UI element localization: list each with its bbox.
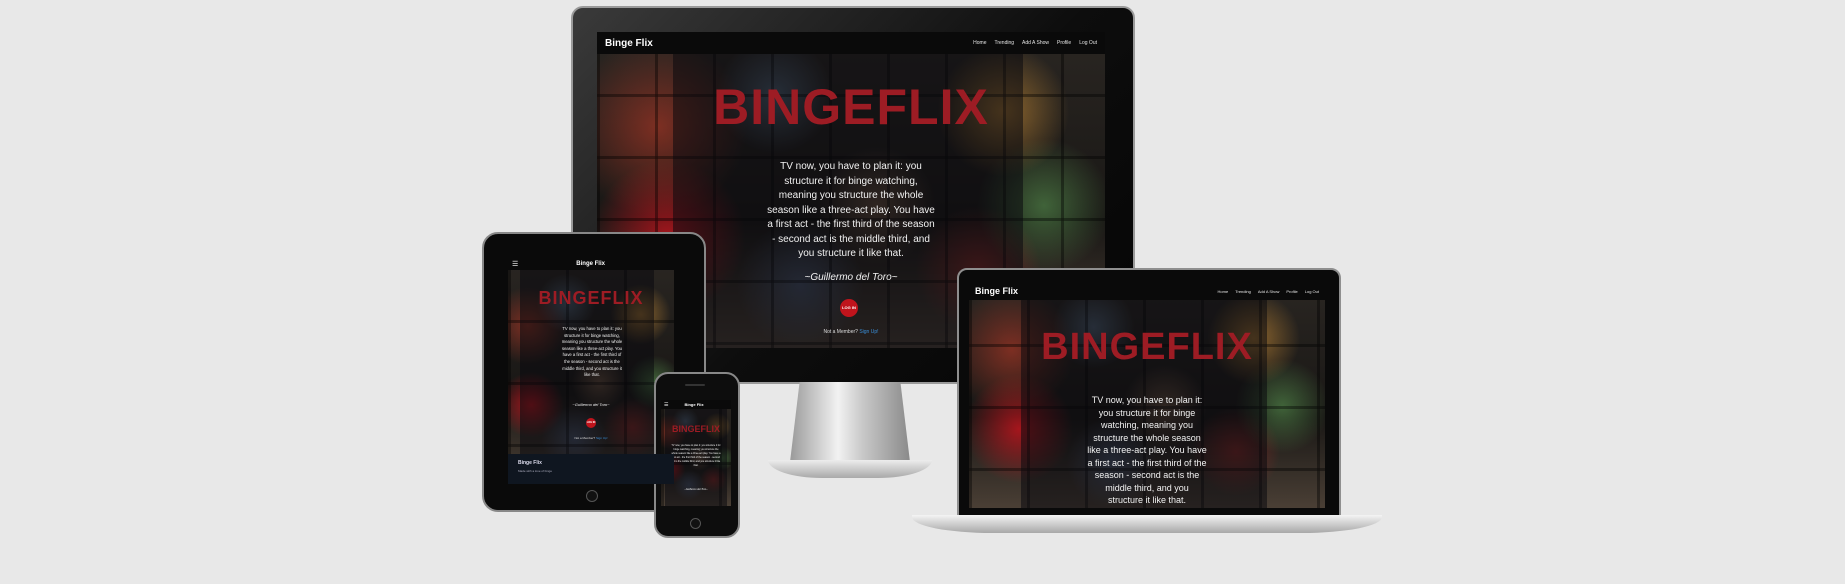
signup-link[interactable]: Sign Up! [596, 436, 608, 440]
hero-quote: TV now, you have to plan it: you structu… [561, 326, 623, 378]
tablet-screen: ☰ Binge Flix BINGEFLIX TV now, you have … [508, 258, 674, 484]
signup-line: Not a Member? Sign Up! [508, 436, 674, 440]
navbar: ☰ Binge Flix [508, 258, 674, 270]
hero-quote: TV now, you have to plan it: you structu… [1087, 395, 1207, 505]
hero-title: BINGEFLIX [671, 424, 720, 434]
nav-home[interactable]: Home [973, 40, 986, 46]
navbar: ☰ Binge Flix [661, 400, 731, 409]
hamburger-icon[interactable]: ☰ [664, 402, 668, 408]
tablet-home-button [586, 490, 598, 502]
login-button[interactable]: LOG IN [840, 299, 858, 317]
signup-link[interactable]: Sign Up! [859, 329, 878, 335]
laptop-base [912, 515, 1382, 533]
footer: Binge Flix Made with a love of binge [508, 454, 674, 484]
quote-author: ~Guillermo del Toro~ [684, 488, 708, 491]
brand-logo[interactable]: Binge Flix [684, 402, 703, 407]
monitor-base [768, 460, 932, 478]
signup-text: Not a Member? [823, 329, 858, 335]
hero-quote: TV now, you have to plan it: you structu… [671, 444, 721, 467]
hero-title: BINGEFLIX [1041, 326, 1253, 368]
nav-profile[interactable]: Profile [1286, 289, 1297, 294]
footer-text: Made with a love of binge [518, 469, 553, 473]
phone-speaker [685, 384, 705, 386]
monitor-stand [790, 382, 910, 462]
phone-home-button [690, 518, 701, 529]
footer-title: Binge Flix [518, 460, 542, 466]
nav-trending[interactable]: Trending [1235, 289, 1251, 294]
hero-title: BINGEFLIX [538, 288, 644, 308]
nav-add-show[interactable]: Add A Show [1022, 40, 1049, 46]
hero-quote: TV now, you have to plan it: you structu… [767, 161, 935, 259]
nav-trending[interactable]: Trending [994, 40, 1014, 46]
phone-screen: ☰ Binge Flix BINGEFLIX TV now, you have … [661, 400, 731, 506]
brand-logo[interactable]: Binge Flix [576, 261, 605, 267]
navbar: Binge Flix Home Trending Add A Show Prof… [597, 32, 1105, 54]
brand-logo[interactable]: Binge Flix [605, 38, 653, 49]
nav-links: Home Trending Add A Show Profile Log Out [1218, 289, 1319, 294]
nav-home[interactable]: Home [1218, 289, 1229, 294]
signup-text: Not a Member? [574, 436, 596, 440]
nav-logout[interactable]: Log Out [1079, 40, 1097, 46]
nav-links: Home Trending Add A Show Profile Log Out [973, 40, 1097, 46]
login-button[interactable]: LOG IN [586, 418, 596, 428]
nav-logout[interactable]: Log Out [1305, 289, 1319, 294]
nav-add-show[interactable]: Add A Show [1258, 289, 1280, 294]
brand-logo[interactable]: Binge Flix [975, 286, 1018, 296]
hamburger-icon[interactable]: ☰ [512, 260, 518, 268]
navbar: Binge Flix Home Trending Add A Show Prof… [969, 282, 1325, 300]
quote-author: ~Guillermo del Toro~ [572, 402, 610, 407]
nav-profile[interactable]: Profile [1057, 40, 1071, 46]
hero-title: BINGEFLIX [713, 79, 989, 135]
laptop-screen: Binge Flix Home Trending Add A Show Prof… [969, 282, 1325, 508]
